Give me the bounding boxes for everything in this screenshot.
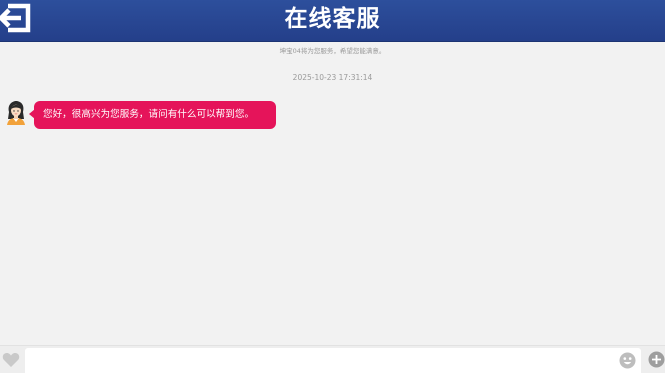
chat-page: 在线客服 坤宝04将为您服务，希望您能满意。 2025-10-23 17:31:… bbox=[0, 0, 665, 373]
input-bar bbox=[0, 345, 665, 373]
message-timestamp: 2025-10-23 17:31:14 bbox=[292, 73, 373, 82]
favorite-button[interactable] bbox=[2, 352, 20, 368]
agent-avatar-icon bbox=[5, 99, 27, 125]
emoji-icon bbox=[619, 352, 636, 369]
service-notice: 坤宝04将为您服务，希望您能满意。 bbox=[279, 47, 386, 55]
header-bar: 在线客服 bbox=[0, 0, 665, 42]
message-bubble: 您好，很高兴为您服务，请问有什么可以帮到您。 bbox=[29, 101, 276, 129]
page-title: 在线客服 bbox=[284, 6, 381, 32]
plus-icon bbox=[648, 351, 665, 368]
heart-icon bbox=[2, 353, 20, 367]
emoji-button[interactable] bbox=[619, 352, 636, 369]
add-button[interactable] bbox=[648, 351, 665, 368]
message-input[interactable] bbox=[25, 348, 641, 373]
